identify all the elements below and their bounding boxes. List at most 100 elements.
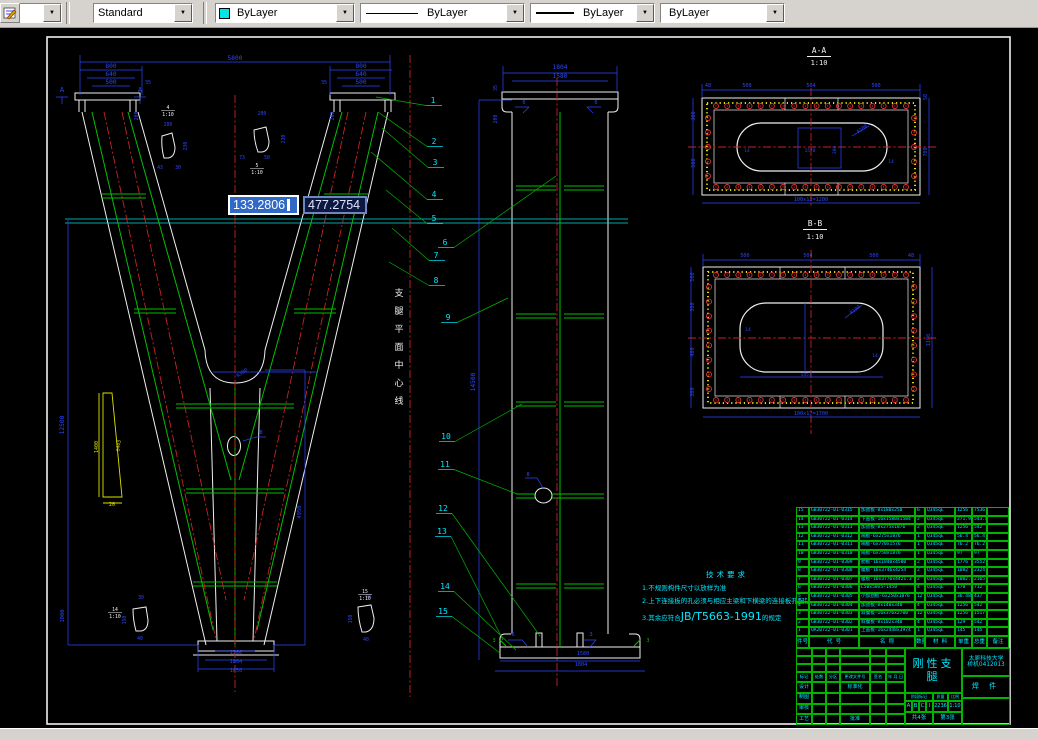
drawing-area[interactable]: A-A 1:10 B-B 1:10 5800 800 800 640 640 500 500…: [0, 27, 1038, 728]
bom-cell: 斜腹板-8x102x340: [859, 618, 915, 628]
bolt-hole-center: [726, 186, 728, 188]
bolt-hole-center: [804, 399, 807, 401]
dim-text: 150: [122, 616, 128, 625]
bom-cell: 2: [796, 618, 809, 628]
dim-text: 5800: [228, 55, 243, 62]
text-style-icon[interactable]: [0, 3, 20, 23]
bolt-hole-center: [860, 186, 862, 188]
bom-cell: 1082.5: [955, 575, 972, 585]
bom-row: 1 QA20722-01-0301 上盖板-16x2448x3974 1 Q345qE 1…: [796, 627, 1010, 636]
bom-cell: GB30722-01-0306: [809, 584, 859, 593]
bolt-hole-center: [913, 388, 915, 390]
linetype-combo[interactable]: ByLayer ▼: [360, 3, 525, 23]
bom-cell: 腹板-16x3746x4254: [859, 567, 915, 576]
bolt-hole-center: [782, 186, 784, 188]
dim-text: 1804: [230, 659, 243, 665]
bom-header-cell: 件号: [796, 635, 809, 648]
bolt-hole-center: [838, 399, 840, 401]
bolt-hole-center: [871, 186, 874, 188]
bom-cell: GB30722-01-0304: [809, 601, 859, 611]
bolt-hole-center: [708, 330, 710, 332]
signature-cell: [812, 714, 826, 725]
chevron-down-icon[interactable]: ▼: [174, 4, 192, 22]
bolt-hole-center: [782, 105, 784, 107]
bom-cell: 1: [915, 532, 925, 542]
bom-cell: 97: [955, 549, 972, 559]
dynamic-input-x[interactable]: 133.2806: [228, 195, 299, 215]
chevron-down-icon[interactable]: ▼: [336, 4, 354, 22]
revision-empty-cell: [840, 648, 870, 656]
title-block: 刚性支腿 太原科技大学 桥机0412013 焊 件 阶段标记 质量 比例 A B…: [796, 648, 1010, 725]
revision-empty-cell: [812, 656, 826, 664]
dynamic-input-y[interactable]: 477.2754: [303, 196, 367, 214]
bom-cell: Q345qE: [925, 610, 955, 619]
revision-header-cell: 年 月 日: [886, 672, 905, 682]
bolt-hole-center: [849, 399, 851, 401]
revision-empty-cell: [812, 648, 826, 656]
bolt-hole-center: [760, 186, 762, 188]
bom-cell: 1256: [955, 610, 972, 619]
revision-empty-cell: [840, 656, 870, 664]
bom-row: 9 GB30722-01-0309 肋板-16x1840x4500 2 Q345qE 17…: [796, 558, 1010, 568]
bolt-hole-center: [771, 274, 773, 276]
bolt-hole-center: [771, 399, 773, 401]
bom-cell: 76.2: [955, 541, 972, 550]
dim-text: 6: [511, 632, 514, 638]
bom-cell: GB30722-01-0313: [809, 524, 859, 533]
dim-text: 12500: [59, 415, 66, 434]
bolt-hole-center: [707, 131, 709, 134]
dim-text: 1580: [553, 73, 568, 80]
toolbar: ▼ Standard ▼ ByLayer ▼ ByLayer ▼ ByLayer…: [0, 0, 1038, 28]
chevron-down-icon[interactable]: ▼: [766, 4, 784, 22]
bolt-hole-center: [782, 274, 784, 276]
signature-cell: [812, 692, 826, 704]
bolt-hole-center: [860, 105, 862, 107]
organization: 太原科技大学 桥机0412013: [962, 648, 1010, 676]
lineweight-combo[interactable]: ByLayer ▼: [530, 3, 655, 23]
dim-text: 4950: [297, 505, 303, 518]
text-style-combo[interactable]: Standard ▼: [93, 3, 193, 23]
chevron-down-icon[interactable]: ▼: [43, 4, 61, 22]
signature-cell: [886, 714, 905, 725]
revision-header-cell: 更改文件号: [840, 672, 870, 682]
plotstyle-value: ByLayer: [669, 7, 710, 19]
dim-text: 30: [138, 595, 144, 601]
color-combo[interactable]: ByLayer ▼: [215, 3, 355, 23]
dim-text: 3: [492, 638, 495, 644]
bom-header-cell: 数量: [915, 635, 925, 648]
signature-cell: 工艺: [796, 714, 812, 725]
bom-header-cell: 备注: [987, 635, 1009, 648]
bom-cell: GB30722-01-0305: [809, 592, 859, 602]
detail-label: 15: [362, 589, 368, 595]
bom-cell: 15: [796, 507, 809, 516]
stage-mark: B: [912, 701, 919, 712]
chevron-down-icon[interactable]: ▼: [506, 4, 524, 22]
stage-mark: C: [919, 701, 926, 712]
bom-cell: 6: [915, 507, 925, 516]
bolt-hole-center: [793, 186, 795, 188]
bom-cell: 1517: [972, 610, 987, 619]
dim-text: 504: [806, 83, 815, 89]
bolt-hole-center: [913, 131, 915, 134]
bom-cell: 178: [955, 584, 972, 593]
bolt-hole-center: [737, 105, 739, 107]
chevron-down-icon[interactable]: ▼: [636, 4, 654, 22]
section-label-aa: A-A: [812, 46, 827, 55]
bom-cell: 76.2: [972, 541, 987, 550]
bom-cell: [987, 592, 1009, 602]
bom-cell: 542: [972, 618, 987, 628]
bom-cell: 加劲板-8x140x340: [859, 601, 915, 611]
dim-text: 14: [872, 353, 878, 359]
bom-cell: 542: [972, 524, 987, 533]
dim-text: 50: [264, 155, 270, 161]
bom-cell: GB30722-01-0308: [809, 567, 859, 576]
dim-text: 800: [355, 63, 366, 70]
tech-line-2: 2.上下连接板的孔必须与相应主梁和下横梁的连接板孔配钻: [642, 596, 811, 605]
callout-leader: [388, 261, 430, 286]
bom-cell: Q345qE: [925, 592, 955, 602]
lineweight-value: ByLayer: [583, 7, 624, 19]
bom-cell: 97: [972, 549, 987, 559]
bom-cell: [987, 584, 1009, 593]
bolt-hole-center: [708, 373, 710, 376]
plotstyle-combo[interactable]: ByLayer ▼: [660, 3, 785, 23]
